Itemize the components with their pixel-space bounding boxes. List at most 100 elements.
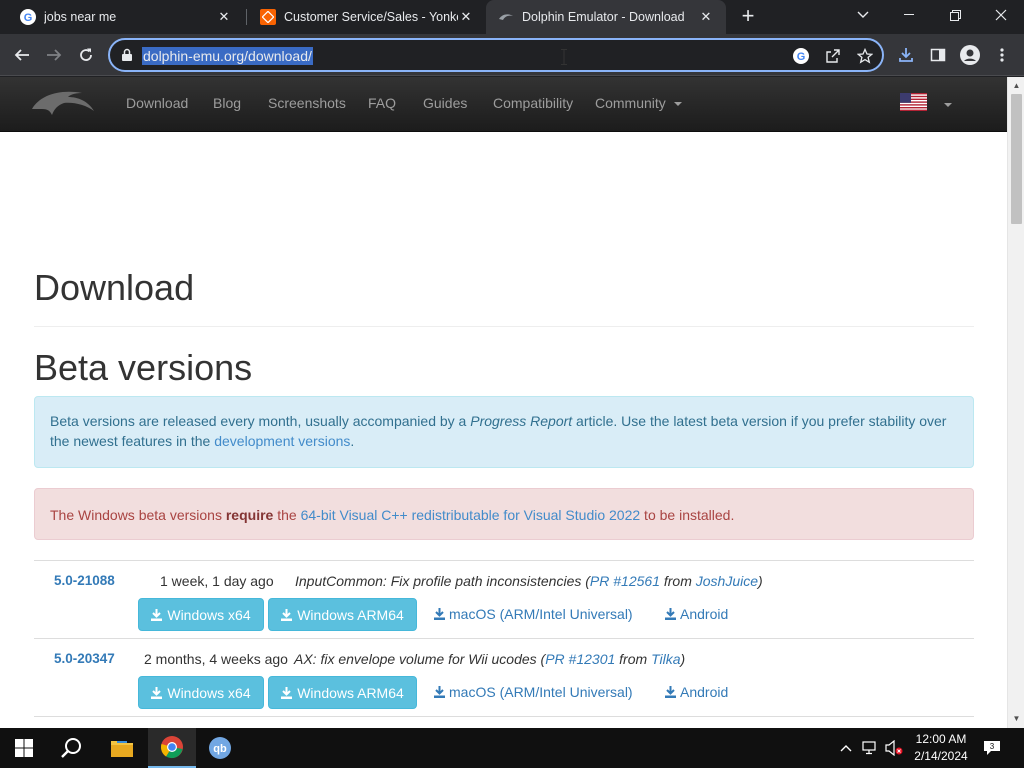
chevron-up-icon[interactable] <box>837 739 855 757</box>
nav-compatibility[interactable]: Compatibility <box>493 95 573 111</box>
svg-text:qb: qb <box>213 743 227 755</box>
version-description: InputCommon: Fix profile path inconsiste… <box>295 573 763 589</box>
version-date: 2 months, 4 weeks ago <box>144 651 288 667</box>
tab-title: jobs near me <box>44 10 117 24</box>
divider <box>34 326 974 327</box>
version-link[interactable]: 5.0-20347 <box>54 651 115 666</box>
tab-dolphin-download[interactable]: Dolphin Emulator - Download ✕ <box>486 0 726 34</box>
link-label: macOS (ARM/Intel Universal) <box>449 606 633 622</box>
close-tab-icon[interactable]: ✕ <box>216 9 232 25</box>
nav-community[interactable]: Community <box>595 95 682 111</box>
link-label: macOS (ARM/Intel Universal) <box>449 684 633 700</box>
button-label: Windows ARM64 <box>297 684 404 701</box>
side-panel-icon[interactable] <box>926 43 950 67</box>
notifications-icon[interactable]: 3 <box>983 739 1001 757</box>
chrome-icon[interactable] <box>148 728 196 768</box>
nav-guides[interactable]: Guides <box>423 95 467 111</box>
new-tab-button[interactable]: + <box>736 5 760 29</box>
development-versions-link[interactable]: development versions <box>214 433 350 449</box>
profile-avatar-icon[interactable] <box>958 43 982 67</box>
kebab-menu-icon[interactable] <box>990 43 1014 67</box>
nav-faq[interactable]: FAQ <box>368 95 396 111</box>
restore-button[interactable] <box>932 0 978 30</box>
address-bar[interactable]: dolphin-emu.org/download/ G <box>108 38 884 72</box>
system-clock[interactable]: 12:00 AM 2/14/2024 <box>910 731 972 765</box>
warning-text: The Windows beta versions <box>50 507 226 523</box>
nav-screenshots[interactable]: Screenshots <box>268 95 346 111</box>
tab-search-chevron-icon[interactable] <box>840 0 886 30</box>
from-text: from <box>663 573 692 589</box>
beta-info-alert: Beta versions are released every month, … <box>34 396 974 468</box>
downloads-icon[interactable] <box>894 43 918 67</box>
back-arrow-icon[interactable] <box>10 43 34 67</box>
link-label: Android <box>680 606 729 622</box>
info-text: Beta versions are released every month, … <box>50 413 471 429</box>
download-icon <box>665 686 676 698</box>
tab-strip: G jobs near me ✕ Customer Service/Sales … <box>0 0 1024 34</box>
svg-text:G: G <box>797 51 806 63</box>
macos-download-link[interactable]: macOS (ARM/Intel Universal) <box>434 606 633 622</box>
bookmark-star-icon[interactable] <box>856 47 874 65</box>
download-icon <box>434 686 445 698</box>
android-download-link[interactable]: Android <box>665 606 728 622</box>
author-link[interactable]: Tilka <box>651 651 680 667</box>
version-row: 5.0-21088 1 week, 1 day ago InputCommon:… <box>34 560 974 639</box>
volume-muted-icon[interactable] <box>885 739 903 757</box>
scroll-down-icon[interactable]: ▼ <box>1012 714 1021 723</box>
page-viewport: Download Blog Screenshots FAQ Guides Com… <box>0 77 1007 728</box>
download-icon <box>281 686 293 699</box>
vc-redist-link[interactable]: 64-bit Visual C++ redistributable for Vi… <box>301 507 641 523</box>
language-caret-icon[interactable] <box>944 103 952 107</box>
share-icon[interactable] <box>824 47 842 65</box>
tab-jobs-near-me[interactable]: G jobs near me ✕ <box>8 0 244 34</box>
tab-customer-service[interactable]: Customer Service/Sales - Yonkers ✕ <box>248 0 486 34</box>
windows-start-icon[interactable] <box>0 728 48 768</box>
windows-x64-button[interactable]: Windows x64 <box>138 598 264 631</box>
windows-taskbar: qb 12:00 AM 2/14/2024 3 <box>0 728 1024 768</box>
download-icon <box>665 608 676 620</box>
button-label: Windows x64 <box>167 684 251 701</box>
warning-text: to be installed. <box>640 507 735 523</box>
android-download-link[interactable]: Android <box>665 684 728 700</box>
search-icon[interactable] <box>48 728 96 768</box>
download-icon <box>151 608 163 621</box>
close-window-button[interactable] <box>978 0 1024 30</box>
macos-download-link[interactable]: macOS (ARM/Intel Universal) <box>434 684 633 700</box>
nav-download[interactable]: Download <box>126 95 188 111</box>
dolphin-icon <box>498 9 514 25</box>
close-tab-icon[interactable]: ✕ <box>458 9 474 25</box>
pr-link[interactable]: PR #12561 <box>590 573 660 589</box>
lock-icon <box>122 48 132 61</box>
caret-down-icon <box>673 102 682 107</box>
forward-arrow-icon[interactable] <box>42 43 66 67</box>
svg-text:3: 3 <box>990 742 995 751</box>
text-cursor-icon <box>561 49 567 65</box>
google-icon: G <box>20 9 36 25</box>
dolphin-logo-icon[interactable] <box>30 85 96 121</box>
windows-x64-button[interactable]: Windows x64 <box>138 676 264 709</box>
reload-icon[interactable] <box>74 43 98 67</box>
nav-community-label: Community <box>595 95 666 111</box>
author-link[interactable]: JoshJuice <box>696 573 758 589</box>
windows-arm64-button[interactable]: Windows ARM64 <box>268 676 417 709</box>
google-lens-icon[interactable]: G <box>792 47 810 65</box>
network-icon[interactable] <box>861 739 879 757</box>
svg-text:G: G <box>24 12 33 24</box>
version-row: 5.0-20347 2 months, 4 weeks ago AX: fix … <box>34 638 974 717</box>
scroll-thumb[interactable] <box>1011 94 1022 224</box>
windows-arm64-button[interactable]: Windows ARM64 <box>268 598 417 631</box>
link-label: Android <box>680 684 729 700</box>
url-text[interactable]: dolphin-emu.org/download/ <box>142 47 313 65</box>
scroll-up-icon[interactable]: ▲ <box>1012 81 1021 90</box>
close-tab-icon[interactable]: ✕ <box>698 9 714 25</box>
version-link[interactable]: 5.0-21088 <box>54 573 115 588</box>
page-scrollbar[interactable]: ▲ ▼ <box>1007 77 1024 728</box>
file-explorer-icon[interactable] <box>98 728 146 768</box>
qbittorrent-icon[interactable]: qb <box>196 728 244 768</box>
clock-date: 2/14/2024 <box>914 749 968 763</box>
us-flag-icon[interactable] <box>900 93 927 111</box>
page-title: Download <box>34 267 195 308</box>
pr-link[interactable]: PR #12301 <box>545 651 615 667</box>
nav-blog[interactable]: Blog <box>213 95 241 111</box>
minimize-button[interactable] <box>886 0 932 30</box>
